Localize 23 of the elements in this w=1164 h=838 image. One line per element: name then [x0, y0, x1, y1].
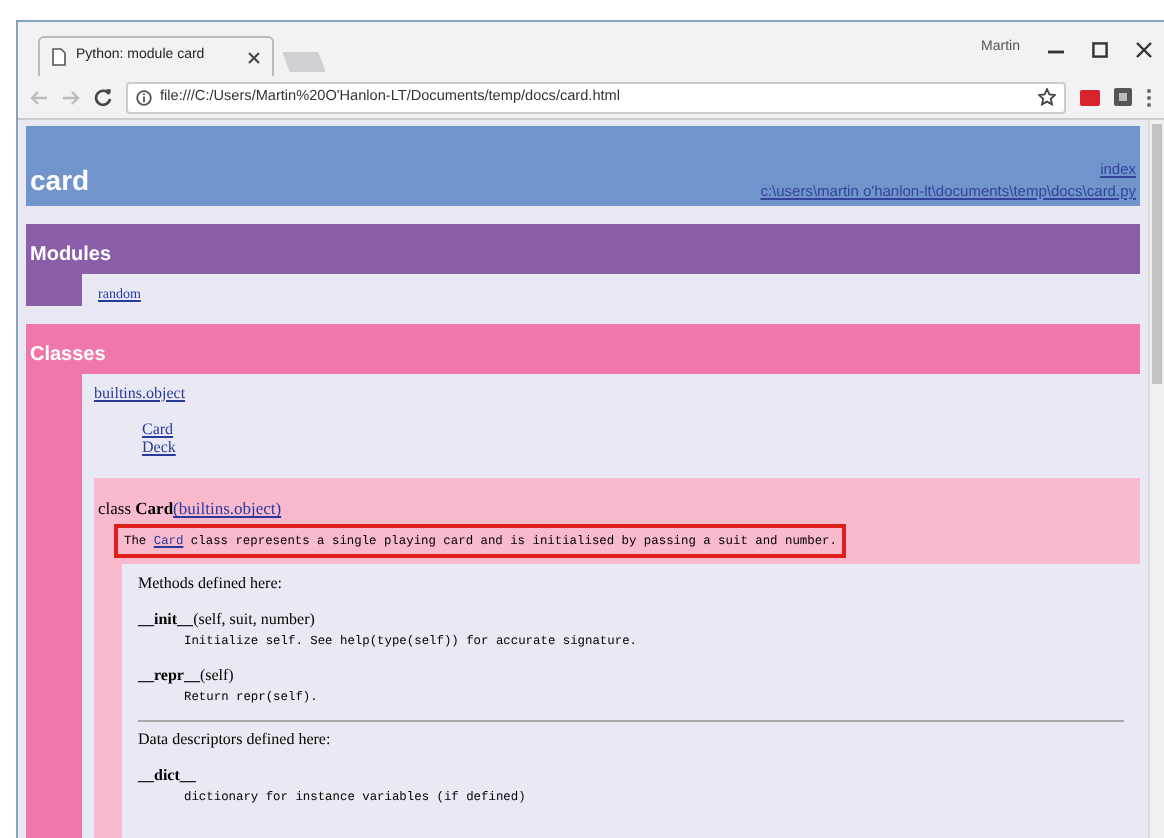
section-heading: Classes	[30, 342, 106, 370]
info-icon	[136, 89, 152, 105]
menu-icon[interactable]	[1146, 87, 1152, 107]
descriptors-heading: Data descriptors defined here:	[138, 728, 333, 753]
close-icon[interactable]	[1136, 41, 1152, 57]
document-icon	[52, 48, 66, 66]
scrollbar-thumb[interactable]	[1152, 124, 1162, 384]
method-signature: __repr__(self)	[138, 663, 236, 688]
descriptor-name: __dict__	[138, 764, 198, 789]
class-link[interactable]: Deck	[142, 438, 1140, 457]
section-heading: Modules	[30, 242, 112, 270]
module-title: card	[30, 162, 90, 200]
reload-icon[interactable]	[94, 88, 112, 106]
method-signature: __init__(self, suit, number)	[138, 608, 317, 633]
base-class-link[interactable]: builtins.object	[94, 384, 186, 402]
scrollbar[interactable]	[1148, 120, 1164, 838]
class-signature: class Card(builtins.object)	[96, 496, 284, 523]
star-icon[interactable]	[1038, 88, 1056, 106]
close-icon[interactable]	[248, 51, 260, 63]
maximize-icon[interactable]	[1092, 41, 1108, 57]
base-class-link[interactable]: (builtins.object)	[173, 498, 282, 519]
class-link[interactable]: Card	[142, 420, 1140, 439]
methods-heading: Methods defined here:	[138, 572, 284, 597]
